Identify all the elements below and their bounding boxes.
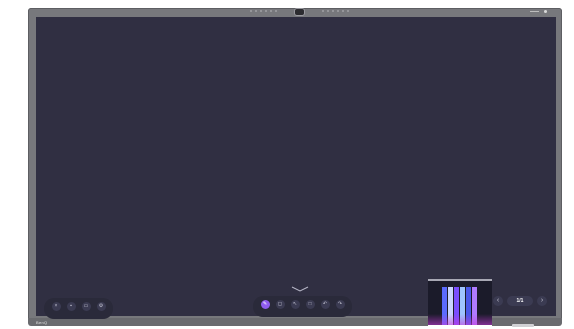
page-navigator: ‹ 1/1 › [493,296,547,306]
sensor-dots-left [250,10,277,12]
undo-icon: ↶ [320,300,330,309]
chevron-down-icon[interactable] [291,286,309,292]
page-indicator[interactable]: 1/1 [507,296,533,306]
select-tool-button[interactable]: ↖ [289,300,301,313]
pen-icon: ✎ [260,300,270,309]
exit-button[interactable]: × [50,302,62,315]
chevron-left-icon[interactable]: ‹ [493,296,503,306]
exit-icon: × [51,302,61,311]
page-number: 1/1 [516,298,524,304]
power-led-icon [544,10,547,13]
whiteboard-canvas[interactable] [36,17,556,316]
pen-tool-button[interactable]: ✎ [259,300,271,313]
select-icon: ↖ [290,300,300,309]
power-indicator-bar [530,11,539,12]
sensor-dots-right [322,10,349,12]
settings-icon: ⚙ [96,302,106,311]
shapes-icon: □ [305,300,315,309]
display-stand [512,324,534,327]
redo-button[interactable]: ↷ [334,300,346,313]
eraser-tool-button[interactable]: ◻ [274,300,286,313]
eraser-icon: ◻ [275,300,285,309]
apps-button[interactable]: ▪ [65,302,77,315]
settings-button[interactable]: ⚙ [95,302,107,315]
undo-button[interactable]: ↶ [319,300,331,313]
monitor-icon: ▭ [81,302,91,311]
shapes-tool-button[interactable]: □ [304,300,316,313]
energy-sticker-overlay [428,279,492,328]
center-toolbar: ✎ ◻ ↖ □ ↶ ↷ [253,296,352,317]
grid-icon: ▪ [66,302,76,311]
redo-icon: ↷ [335,300,345,309]
left-toolbar: × ▪ ▭ ⚙ [44,298,113,319]
brand-logo: BenQ [36,320,48,325]
source-button[interactable]: ▭ [80,302,92,315]
chevron-right-icon[interactable]: › [537,296,547,306]
camera-icon [294,8,305,16]
